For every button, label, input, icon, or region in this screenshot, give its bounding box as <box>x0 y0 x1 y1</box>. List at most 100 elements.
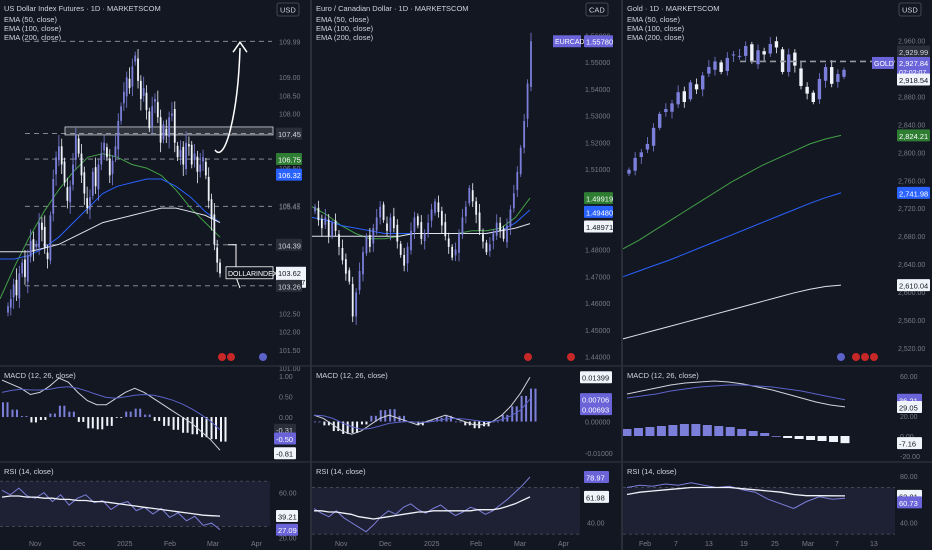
macd-histogram-bar <box>139 408 142 418</box>
time-axis-label: Nov <box>335 541 348 548</box>
macd-histogram-bar <box>318 421 321 423</box>
gold-candle <box>787 54 791 72</box>
price-tag: 107.45 <box>278 130 301 139</box>
eurcad-candle <box>434 201 436 213</box>
time-axis-label: 7 <box>835 541 839 548</box>
macd-histogram-bar <box>96 417 99 430</box>
price-axis-label: 2,880.00 <box>898 94 925 101</box>
dxy-candle <box>213 214 216 245</box>
price-axis-label: 105.45 <box>279 204 301 211</box>
dxy-candle <box>131 66 134 87</box>
gold-candle <box>768 43 772 54</box>
indicator-legend-2: EMA (200, close) <box>316 33 374 42</box>
price-axis-label: 1.54000 <box>585 87 610 94</box>
event-flag-icon[interactable] <box>567 353 575 361</box>
event-flag-icon[interactable] <box>870 353 878 361</box>
event-flag-icon[interactable] <box>852 353 860 361</box>
price-tag: 2,929.99 <box>899 48 928 57</box>
eurcad-candle <box>516 171 519 190</box>
macd-histogram-bar <box>106 417 109 426</box>
currency-label[interactable]: USD <box>902 6 918 15</box>
gold-candle <box>823 67 828 81</box>
macd-histogram-bar <box>63 405 66 418</box>
eurcad-candle <box>440 210 443 226</box>
gold-candle <box>731 54 736 56</box>
dxy-candle <box>171 113 173 116</box>
gold-candle <box>682 91 686 102</box>
dxy-candle <box>219 262 221 274</box>
macd-histogram-bar <box>737 429 747 436</box>
macd-histogram-bar <box>840 436 850 444</box>
macd-histogram-bar <box>496 421 499 423</box>
currency-label[interactable]: USD <box>280 6 296 15</box>
macd-histogram-bar <box>346 421 349 434</box>
dxy-candle <box>114 146 117 157</box>
currency-label[interactable]: CAD <box>589 6 605 15</box>
price-tag: 2,918.54 <box>899 76 928 85</box>
gold-candle <box>762 51 766 55</box>
macd-tag: 0.00693 <box>582 406 609 415</box>
dxy-candle <box>91 171 94 196</box>
dxy-candle <box>46 252 49 259</box>
price-axis-label: 1.55000 <box>585 60 610 67</box>
event-flag-icon[interactable] <box>524 353 532 361</box>
dxy-candle <box>202 157 204 162</box>
macd-histogram-bar <box>115 417 118 418</box>
dxy-candle <box>18 273 21 299</box>
macd-histogram-bar <box>167 417 170 426</box>
gold-candle <box>639 152 643 157</box>
eurcad-candle <box>396 224 399 242</box>
macd-histogram-bar <box>177 417 180 430</box>
dxy-candle <box>199 164 202 172</box>
event-flag-icon[interactable] <box>259 353 267 361</box>
dxy-candle <box>49 215 52 261</box>
gold-candle <box>756 50 760 65</box>
gold-candle <box>664 108 668 113</box>
macd-histogram-bar <box>25 416 28 418</box>
gold-candle <box>633 157 637 171</box>
eurcad-candle <box>348 270 351 282</box>
gold-candle <box>799 68 803 86</box>
gold-candle <box>670 103 674 112</box>
eurcad-candle <box>430 209 433 221</box>
rsi-axis-label: 40.00 <box>587 521 605 528</box>
eurcad-candle <box>451 246 454 258</box>
macd-histogram-bar <box>44 417 47 420</box>
indicator-legend-0: EMA (50, close) <box>316 15 369 24</box>
macd-histogram-bar <box>783 436 793 438</box>
price-axis-label: 101.00 <box>279 366 301 373</box>
eurcad-candle <box>512 193 515 209</box>
eurcad-candle <box>392 216 395 229</box>
event-flag-icon[interactable] <box>218 353 226 361</box>
dxy-candle <box>179 149 182 158</box>
dxy-candle <box>94 167 97 187</box>
macd-histogram-bar <box>53 413 56 418</box>
macd-histogram-bar <box>668 425 678 436</box>
rsi-axis-label: 60.00 <box>279 491 297 498</box>
event-flag-icon[interactable] <box>227 353 235 361</box>
dxy-candle <box>196 156 199 172</box>
gold-candle <box>694 84 699 90</box>
dxy-candle <box>21 262 24 274</box>
macd-histogram-bar <box>2 402 4 418</box>
macd-histogram-bar <box>515 406 518 422</box>
price-tag: 106.32 <box>278 171 301 180</box>
eurcad-candle <box>492 233 495 241</box>
eurcad-candle <box>341 247 344 261</box>
gold-candle <box>811 92 815 102</box>
gold-candle <box>793 52 797 66</box>
dxy-candle <box>43 226 46 249</box>
event-flag-icon[interactable] <box>837 353 845 361</box>
eurcad-candle <box>344 259 347 274</box>
eurcad-candle <box>389 217 392 232</box>
event-flag-icon[interactable] <box>861 353 869 361</box>
macd-histogram-bar <box>656 426 666 436</box>
eurcad-candle <box>382 204 385 221</box>
price-axis-label: 2,720.00 <box>898 206 925 213</box>
price-axis-label: 2,760.00 <box>898 178 925 185</box>
macd-axis-label: -0.01000 <box>585 451 613 458</box>
dxy-candle <box>77 138 80 154</box>
macd-histogram-bar <box>144 414 147 418</box>
eurcad-candle <box>530 41 532 87</box>
macd-histogram-bar <box>125 411 128 418</box>
